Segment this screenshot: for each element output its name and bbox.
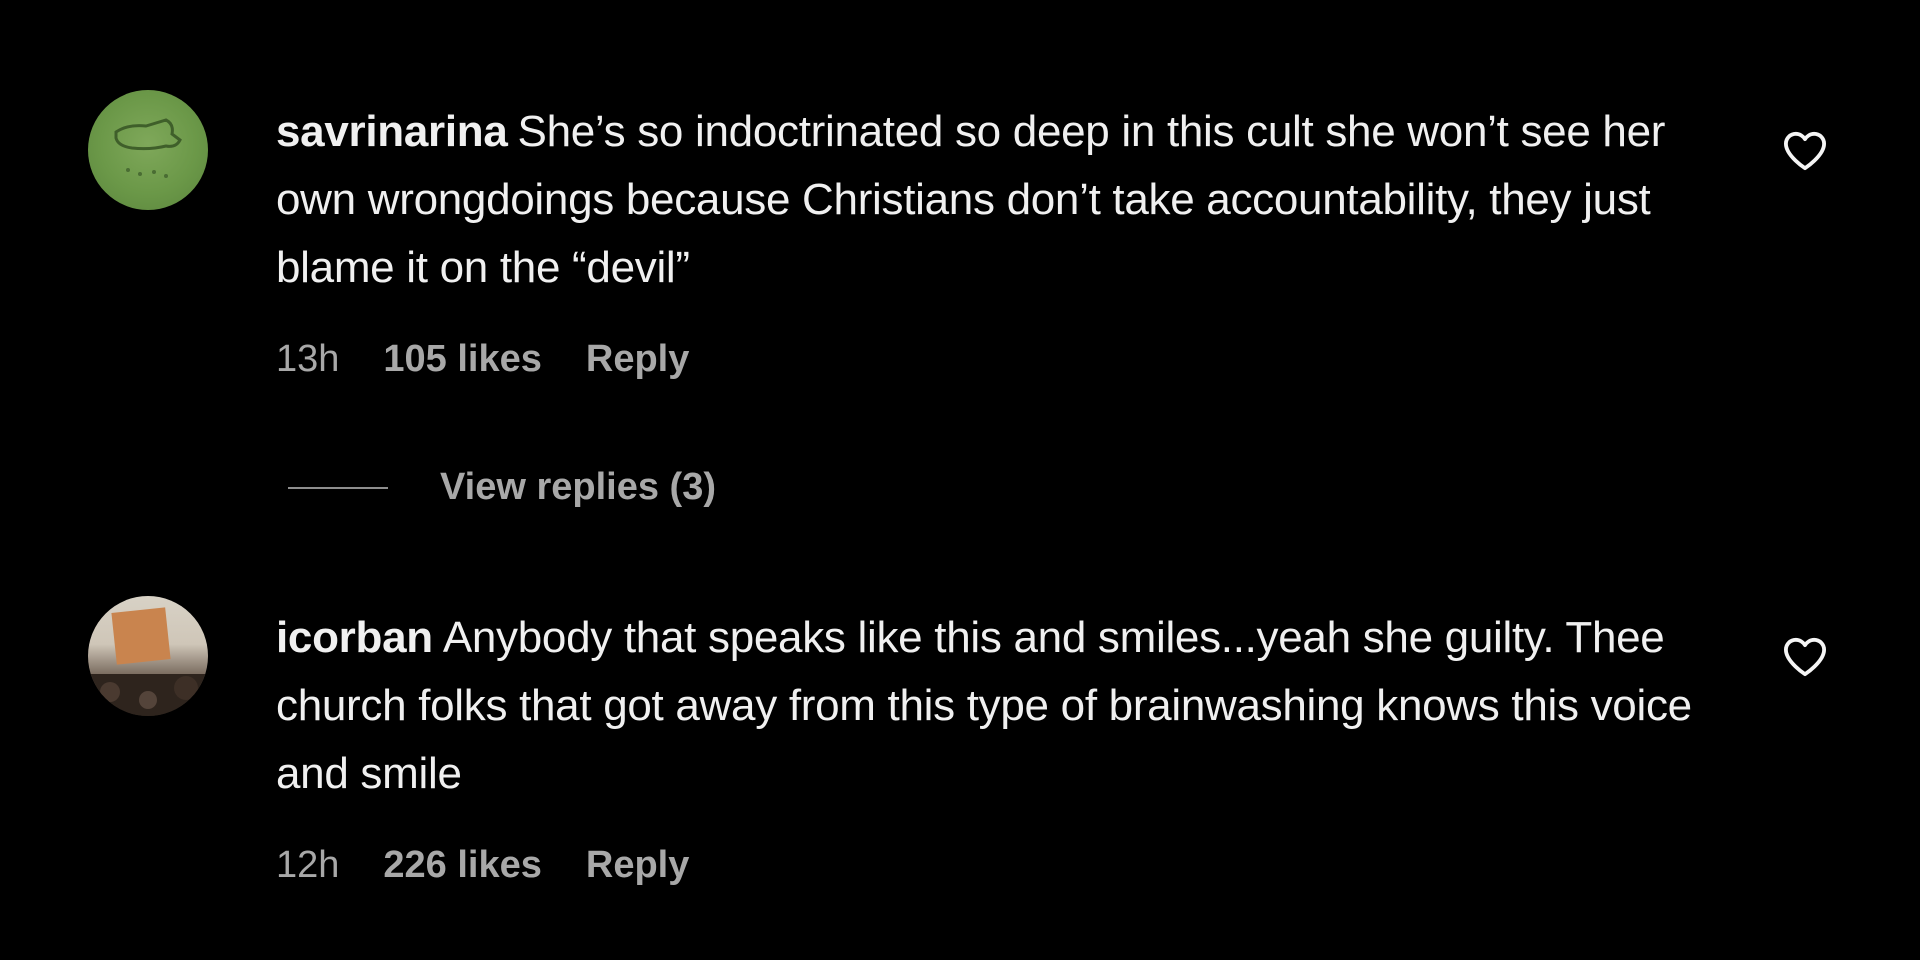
avatar[interactable] [88,90,208,210]
reply-button[interactable]: Reply [586,844,689,887]
comment-timestamp: 12h [276,844,340,886]
heart-outline-icon[interactable] [1782,130,1828,172]
avatar[interactable] [88,596,208,716]
comment-text: icorban Anybody that speaks like this and… [276,604,1716,808]
view-replies-button[interactable]: View replies (3) [288,466,716,509]
comment-likes[interactable]: 226 likes [383,844,541,887]
comment-username[interactable]: savrinarina [276,107,508,156]
heart-outline-icon[interactable] [1782,636,1828,678]
comment-text: savrinarina She’s so indoctrinated so dee… [276,98,1716,302]
comment-body: Anybody that speaks like this and smiles… [276,613,1692,798]
replies-divider-line [288,486,388,489]
comment-likes[interactable]: 105 likes [383,338,541,381]
comment-meta: 12h 226 likes Reply [276,844,1716,887]
reply-button[interactable]: Reply [586,338,689,381]
comment-timestamp: 13h [276,338,340,380]
comment-username[interactable]: icorban [276,613,433,662]
view-replies-label: View replies (3) [440,466,716,508]
comment-meta: 13h 105 likes Reply [276,338,1716,381]
